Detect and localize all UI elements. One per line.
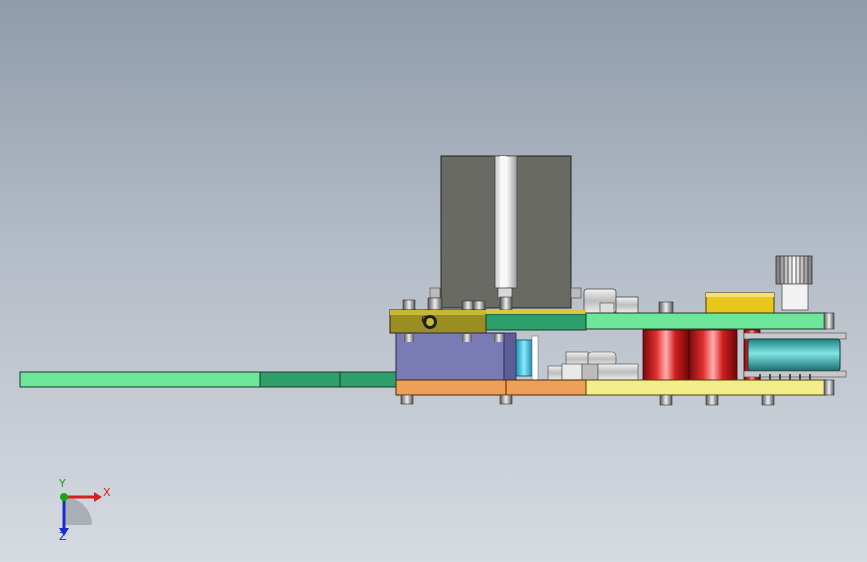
part-number-label: 6 <box>421 315 428 326</box>
3d-viewport[interactable]: 6 X Y Z <box>0 0 867 562</box>
lower-bearing-group <box>547 351 639 381</box>
long-arm-bar[interactable] <box>19 371 451 388</box>
knurled-knob[interactable] <box>775 255 813 311</box>
red-roller-2[interactable] <box>688 329 738 381</box>
z-axis-label: Z <box>59 530 67 543</box>
purple-mount-block[interactable] <box>395 332 517 382</box>
red-roller-1[interactable] <box>642 329 690 381</box>
x-axis-label: X <box>103 486 111 499</box>
bottom-plate[interactable] <box>395 379 835 396</box>
stepper-motor[interactable] <box>429 155 582 309</box>
top-plate[interactable] <box>389 309 835 334</box>
bottom-bolts <box>400 394 775 406</box>
cad-model <box>19 155 847 536</box>
upper-bearing-block <box>583 288 721 314</box>
teal-pulley[interactable] <box>743 332 847 380</box>
cyan-coupler <box>515 335 539 381</box>
y-axis-label: Y <box>59 477 66 490</box>
yellow-bracket[interactable] <box>705 292 775 314</box>
